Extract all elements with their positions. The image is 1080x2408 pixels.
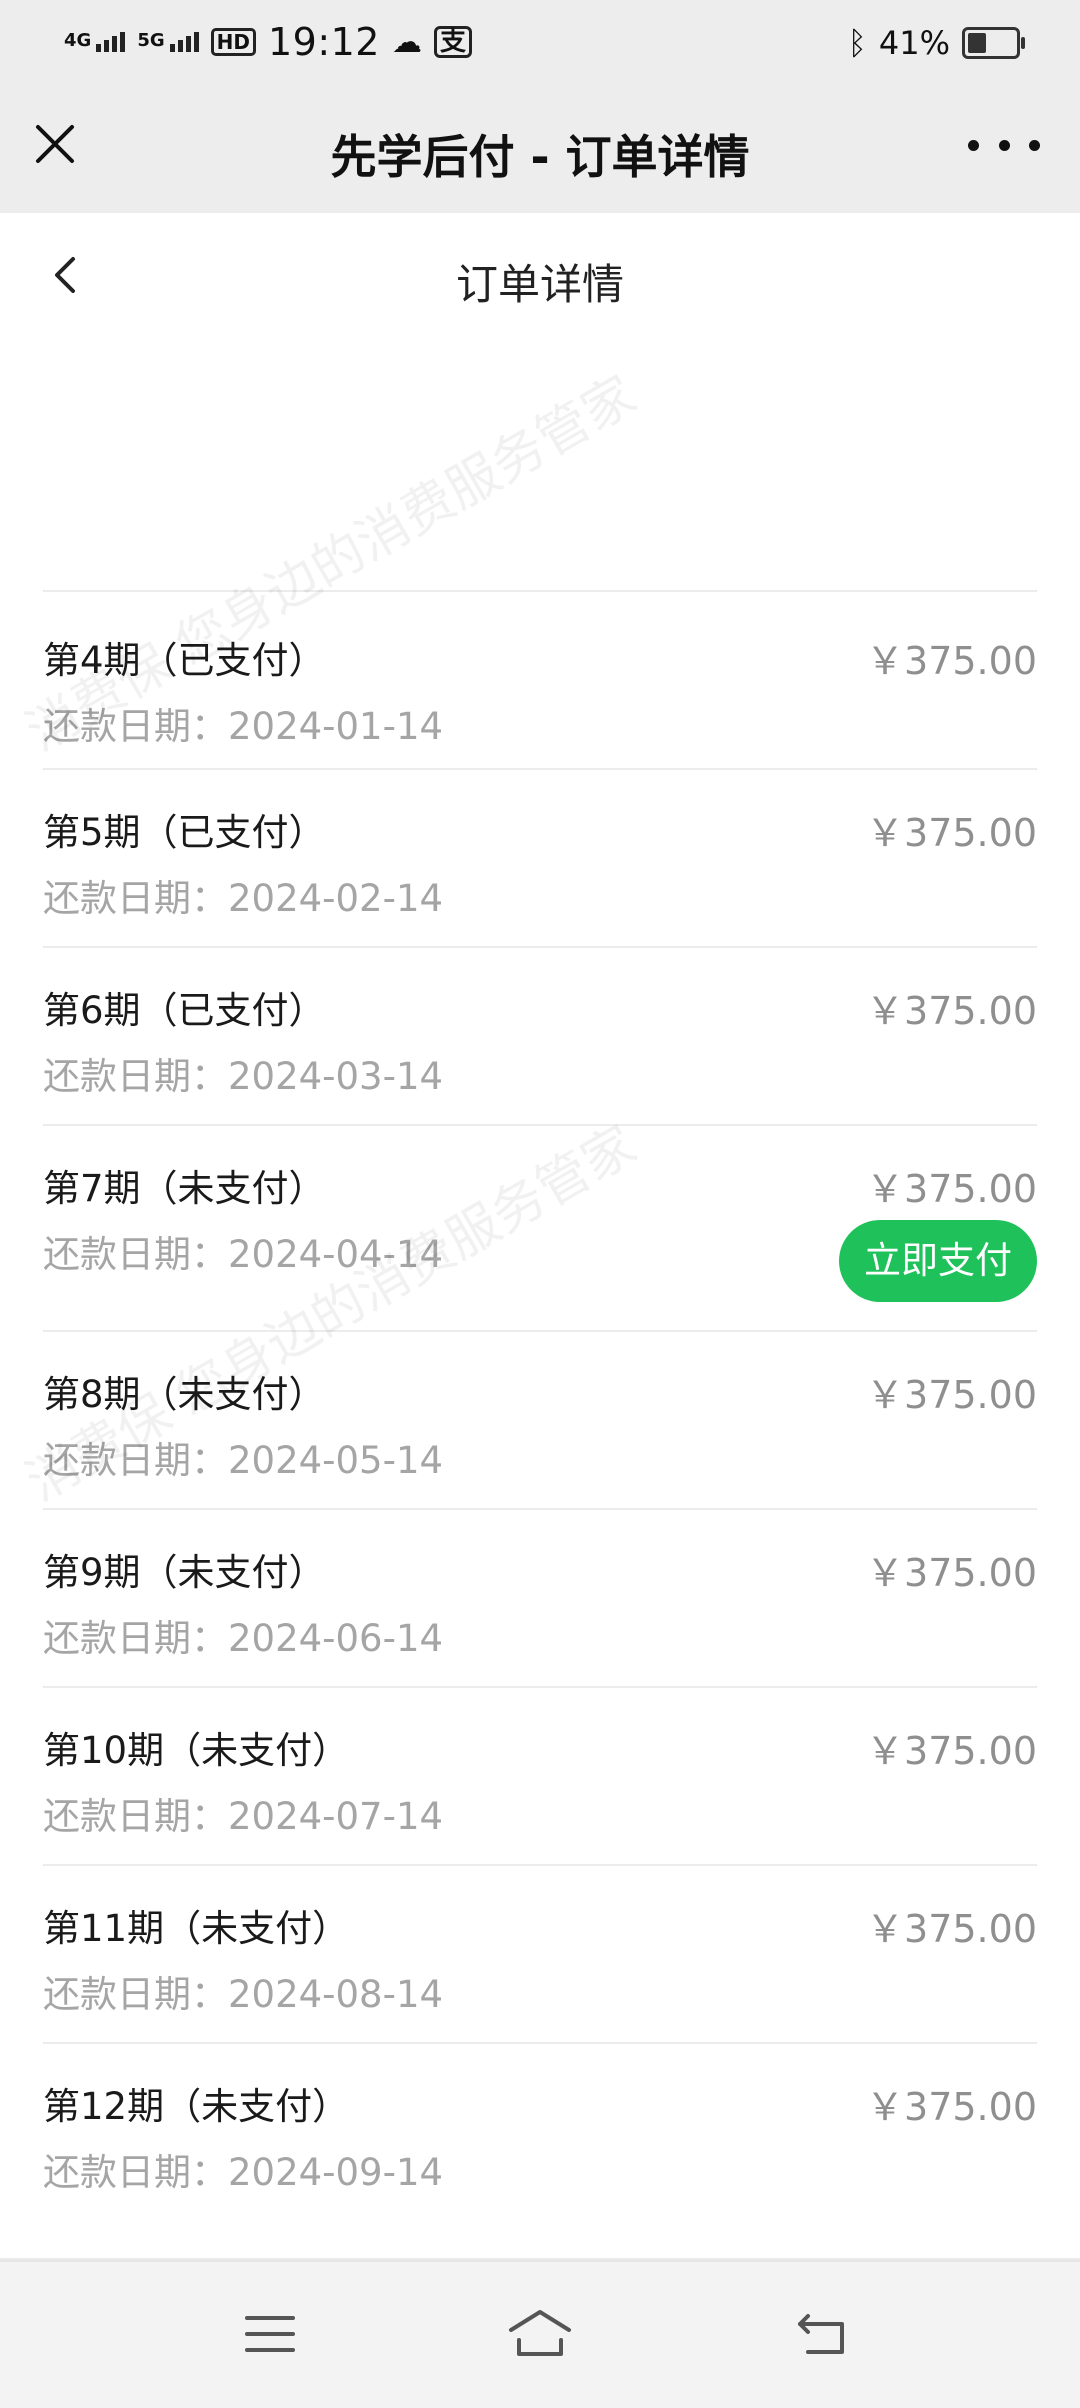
- list-item: 第10期（未支付） ￥375.00 还款日期：2024-07-14: [43, 1686, 1037, 1866]
- list-item: 第6期（已支付） ￥375.00 还款日期：2024-03-14: [43, 946, 1037, 1126]
- home-icon[interactable]: [505, 2304, 575, 2364]
- amount: ￥375.00: [866, 2085, 1037, 2129]
- period-label: 第4期（已支付）: [43, 639, 326, 682]
- status-time: 19:12: [267, 20, 380, 64]
- amount: ￥375.00: [866, 811, 1037, 855]
- repayment-date: 还款日期：2024-09-14: [43, 2151, 444, 2194]
- list-item: 第4期（已支付） ￥375.00 还款日期：2024-01-14: [43, 590, 1037, 770]
- battery-icon: [962, 27, 1025, 59]
- window-title: 先学后付 - 订单详情: [330, 130, 750, 184]
- amount: ￥375.00: [866, 1729, 1037, 1773]
- battery-percent: 41%: [878, 24, 950, 62]
- cloud-icon: ☁: [391, 24, 422, 60]
- signal-5g-icon: 5G: [137, 30, 199, 52]
- menu-icon[interactable]: [235, 2304, 305, 2364]
- repayment-date: 还款日期：2024-01-14: [43, 705, 444, 748]
- installment-list[interactable]: 还款日期：2023-12-14 第4期（已支付） ￥375.00 还款日期：20…: [0, 562, 1080, 2260]
- repayment-date: 还款日期：2024-03-14: [43, 1055, 444, 1098]
- more-options-icon[interactable]: [968, 123, 1040, 167]
- repayment-date: 还款日期：2023-12-14: [43, 562, 443, 570]
- list-item-partial: 还款日期：2023-12-14: [43, 562, 1037, 592]
- net-label-5g: 5G: [137, 30, 165, 51]
- status-bar: 4G 5G HD 19:12 ☁ 支 ᛒ 41%: [0, 0, 1080, 85]
- signal-4g-icon: 4G: [64, 30, 126, 52]
- title-bar: 先学后付 - 订单详情: [0, 85, 1080, 213]
- page-header: 订单详情: [0, 213, 1080, 338]
- period-label: 第11期（未支付）: [43, 1907, 350, 1950]
- net-label-4g: 4G: [64, 30, 92, 51]
- page: 4G 5G HD 19:12 ☁ 支 ᛒ 41% 先学后付 - 订单详情 订单详…: [0, 0, 1080, 2408]
- amount: ￥375.00: [866, 1167, 1037, 1211]
- repayment-date: 还款日期：2024-02-14: [43, 877, 444, 920]
- list-item: 第9期（未支付） ￥375.00 还款日期：2024-06-14: [43, 1508, 1037, 1688]
- period-label: 第12期（未支付）: [43, 2085, 350, 2128]
- period-label: 第8期（未支付）: [43, 1373, 326, 1416]
- status-left: 4G 5G HD 19:12 ☁ 支: [64, 16, 472, 68]
- page-title: 订单详情: [455, 260, 624, 309]
- back-nav-icon[interactable]: [790, 2304, 860, 2364]
- repayment-date: 还款日期：2024-07-14: [43, 1795, 444, 1838]
- system-nav-bar: [0, 2260, 1080, 2408]
- status-right: ᛒ 41%: [847, 18, 1025, 68]
- hd-voice-icon: HD: [210, 28, 256, 56]
- period-label: 第7期（未支付）: [43, 1167, 326, 1210]
- period-label: 第9期（未支付）: [43, 1551, 326, 1594]
- list-item: 第12期（未支付） ￥375.00 还款日期：2024-09-14: [43, 2042, 1037, 2220]
- period-label: 第10期（未支付）: [43, 1729, 350, 1772]
- repayment-date: 还款日期：2024-06-14: [43, 1617, 444, 1660]
- list-item: 第7期（未支付） ￥375.00 还款日期：2024-04-14 立即支付: [43, 1124, 1037, 1332]
- list-item: 第8期（未支付） ￥375.00 还款日期：2024-05-14: [43, 1330, 1037, 1510]
- amount: ￥375.00: [866, 639, 1037, 683]
- pay-icon: 支: [433, 26, 472, 58]
- list-item: 第5期（已支付） ￥375.00 还款日期：2024-02-14: [43, 768, 1037, 948]
- amount: ￥375.00: [866, 1551, 1037, 1595]
- amount: ￥375.00: [866, 1907, 1037, 1951]
- period-label: 第6期（已支付）: [43, 989, 326, 1032]
- list-item: 第11期（未支付） ￥375.00 还款日期：2024-08-14: [43, 1864, 1037, 2044]
- amount: ￥375.00: [866, 1373, 1037, 1417]
- pay-now-button[interactable]: 立即支付: [839, 1220, 1037, 1302]
- repayment-date: 还款日期：2024-08-14: [43, 1973, 444, 2016]
- bluetooth-icon: ᛒ: [847, 24, 867, 62]
- amount: ￥375.00: [866, 989, 1037, 1033]
- period-label: 第5期（已支付）: [43, 811, 326, 854]
- repayment-date: 还款日期：2024-04-14: [43, 1233, 444, 1276]
- repayment-date: 还款日期：2024-05-14: [43, 1439, 444, 1482]
